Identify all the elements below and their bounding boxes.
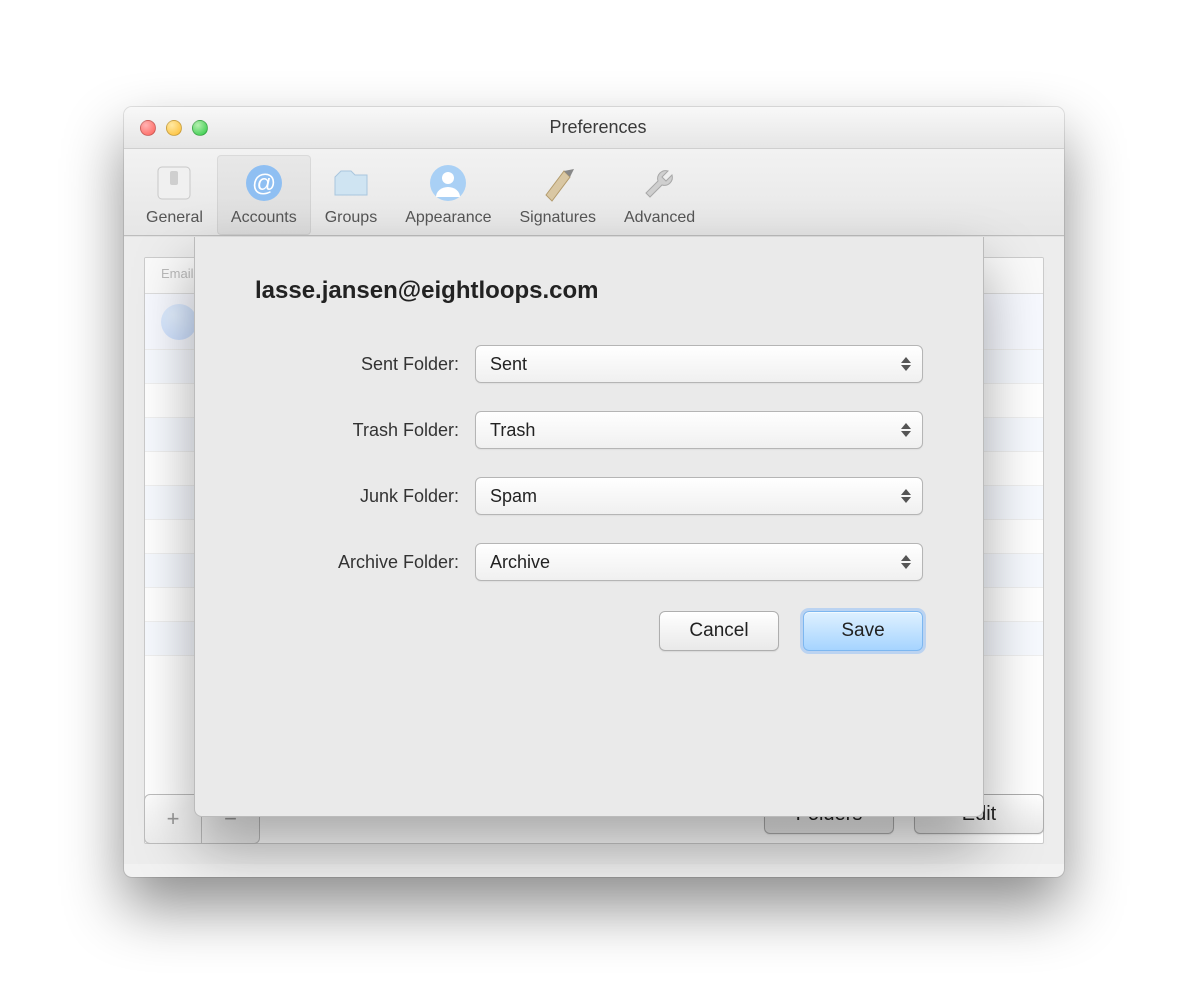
field-trash: Trash Folder: Trash [255,411,923,449]
junk-folder-select[interactable]: Spam [475,477,923,515]
trash-folder-value: Trash [490,420,535,441]
switch-icon [152,161,196,205]
sent-folder-select[interactable]: Sent [475,345,923,383]
person-icon [426,161,470,205]
chevron-updown-icon [899,420,913,440]
at-icon: @ [242,161,286,205]
pen-icon [536,161,580,205]
chevron-updown-icon [899,354,913,374]
tab-groups[interactable]: Groups [311,155,391,235]
tab-label: Accounts [231,209,297,227]
tab-label: General [146,209,203,227]
sent-folder-value: Sent [490,354,527,375]
window-title: Preferences [148,117,1048,138]
folder-icon [329,161,373,205]
wrench-icon [638,161,682,205]
archive-folder-label: Archive Folder: [255,552,475,573]
chevron-updown-icon [899,486,913,506]
sheet-account-email: lasse.jansen@eightloops.com [255,277,923,305]
toolbar: General @ Accounts Groups Appearance Sig… [124,149,1064,236]
tab-label: Appearance [405,209,491,227]
preferences-window: Preferences General @ Accounts Groups Ap… [124,107,1064,877]
trash-folder-label: Trash Folder: [255,420,475,441]
folders-sheet: lasse.jansen@eightloops.com Sent Folder:… [194,237,984,817]
tab-label: Advanced [624,209,695,227]
sheet-button-row: Cancel Save [255,611,923,651]
junk-folder-label: Junk Folder: [255,486,475,507]
account-avatar-icon [161,304,197,340]
tab-accounts[interactable]: @ Accounts [217,155,311,235]
tab-appearance[interactable]: Appearance [391,155,505,235]
archive-folder-select[interactable]: Archive [475,543,923,581]
field-archive: Archive Folder: Archive [255,543,923,581]
content-area: Email lasse.jansen@eightloops.com + − Fo… [124,236,1064,864]
trash-folder-select[interactable]: Trash [475,411,923,449]
tab-signatures[interactable]: Signatures [506,155,611,235]
svg-text:@: @ [252,170,276,197]
chevron-updown-icon [899,552,913,572]
cancel-button[interactable]: Cancel [659,611,779,651]
tab-label: Signatures [520,209,597,227]
tab-general[interactable]: General [132,155,217,235]
tab-advanced[interactable]: Advanced [610,155,709,235]
tab-label: Groups [325,209,377,227]
archive-folder-value: Archive [490,552,550,573]
field-sent: Sent Folder: Sent [255,345,923,383]
junk-folder-value: Spam [490,486,537,507]
titlebar: Preferences [124,107,1064,149]
field-junk: Junk Folder: Spam [255,477,923,515]
save-button[interactable]: Save [803,611,923,651]
sent-folder-label: Sent Folder: [255,354,475,375]
